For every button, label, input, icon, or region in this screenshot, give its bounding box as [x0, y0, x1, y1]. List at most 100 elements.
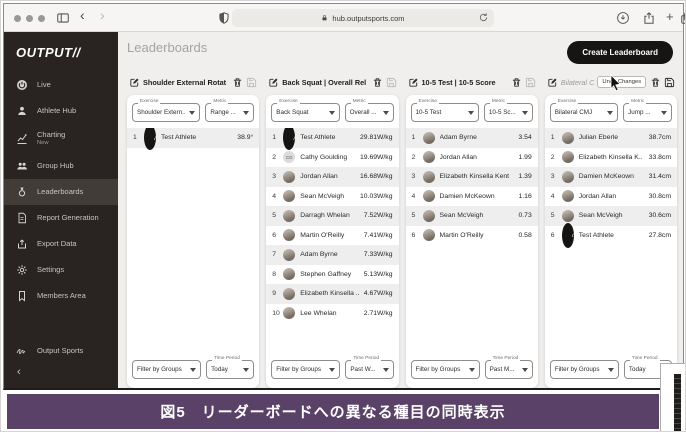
leaderboard-row[interactable]: 6 Martin O'Reilly 7.41W/kg — [266, 226, 398, 246]
leaderboard-row[interactable]: 4 Jordan Allan 30.8cm — [545, 187, 677, 207]
leaderboard-row[interactable]: 2 Jordan Allan 1.99 — [406, 148, 538, 168]
rank: 2 — [551, 154, 560, 161]
avatar — [283, 249, 295, 261]
result-value: 19.69W/kg — [360, 154, 393, 161]
sidebar-item-export-data[interactable]: Export Data — [4, 231, 118, 257]
sidebar-item-athlete-hub[interactable]: Athlete Hub — [4, 98, 118, 124]
figure-caption-bar: 図5 リーダーボードへの異なる種目の同時表示 — [7, 394, 659, 429]
leaderboard-row[interactable]: 6 // Test Athlete 27.8cm — [545, 226, 677, 246]
back-button[interactable]: ‹ — [80, 7, 85, 23]
exercise-select[interactable]: Exercise Bilateral CMJ — [550, 103, 618, 122]
save-board-icon[interactable] — [386, 77, 397, 88]
rank: 6 — [412, 232, 421, 239]
filter-by-groups-select[interactable]: Filter by Groups — [132, 360, 201, 379]
delete-board-icon[interactable] — [372, 77, 383, 88]
address-bar[interactable]: hub.outputsports.com — [232, 9, 494, 27]
save-board-icon[interactable] — [525, 77, 536, 88]
leaderboard-row[interactable]: 1 // Test Athlete 29.81W/kg — [266, 128, 398, 148]
sidebar-item-output-sports[interactable]: Output Sports — [4, 338, 118, 364]
traffic-light-minimize[interactable] — [26, 15, 33, 22]
athlete-name: Elizabeth Kinsella K.. — [579, 154, 649, 161]
chevron-down-icon — [243, 368, 249, 372]
edit-icon[interactable] — [547, 77, 558, 88]
metric-select[interactable]: Metric Jump ... — [623, 103, 672, 122]
leaderboard-row[interactable]: 4 Sean McVeigh 10.03W/kg — [266, 187, 398, 207]
delete-board-icon[interactable] — [511, 77, 522, 88]
sidebar-item-charting[interactable]: Charting New — [4, 124, 118, 153]
leaderboard-row[interactable]: 2 Elizabeth Kinsella K.. 33.8cm — [545, 148, 677, 168]
traffic-light-close[interactable] — [14, 15, 21, 22]
exercise-select[interactable]: Exercise Back Squat — [271, 103, 339, 122]
delete-board-icon[interactable] — [650, 77, 661, 88]
leaderboard-row[interactable]: 1 // Test Athlete 38.9° — [127, 128, 259, 148]
save-board-icon[interactable] — [246, 77, 257, 88]
chevron-down-icon — [243, 111, 249, 115]
sidebar-item-leaderboards[interactable]: Leaderboards — [4, 179, 118, 205]
save-board-icon[interactable] — [664, 77, 675, 88]
metric-select[interactable]: Metric Range ... — [205, 103, 254, 122]
sidebar: OUTPUT// Live Athlete Hub Charting New G… — [4, 32, 118, 388]
metric-select[interactable]: Metric 10-5 Sc... — [484, 103, 533, 122]
leaderboard-row[interactable]: 5 Darragh Whelan 7.52W/kg — [266, 206, 398, 226]
leaderboard-row[interactable]: 1 Adam Byrne 3.54 — [406, 128, 538, 148]
avatar — [562, 132, 574, 144]
avatar — [423, 210, 435, 222]
sidebar-collapse-icon[interactable]: ‹ — [4, 364, 118, 384]
downloads-icon[interactable] — [616, 11, 630, 25]
delete-board-icon[interactable] — [232, 77, 243, 88]
edit-icon[interactable] — [129, 77, 140, 88]
edit-icon[interactable] — [268, 77, 279, 88]
sidebar-item-group-hub[interactable]: Group Hub — [4, 153, 118, 179]
leaderboard-row[interactable]: 8 Stephen Gaffney 5.13W/kg — [266, 265, 398, 285]
figure-caption-text: 図5 リーダーボードへの異なる種目の同時表示 — [160, 401, 505, 422]
lock-icon — [321, 14, 328, 22]
leaderboard-row[interactable]: 3 Jordan Allan 16.68W/kg — [266, 167, 398, 187]
rank: 6 — [551, 232, 560, 239]
traffic-light-zoom[interactable] — [38, 15, 45, 22]
url-text: hub.outputsports.com — [332, 14, 404, 23]
tab-overview-icon[interactable] — [680, 11, 686, 25]
rank: 3 — [412, 173, 421, 180]
leaderboard-row[interactable]: 9 Elizabeth Kinsella .. 4.67W/kg — [266, 284, 398, 304]
time-period-select[interactable]: Time Period Today — [206, 360, 254, 379]
leaderboard-row[interactable]: 5 Sean McVeigh 0.73 — [406, 206, 538, 226]
sidebar-item-settings[interactable]: Settings — [4, 257, 118, 283]
exercise-select[interactable]: Exercise 10-5 Test — [411, 103, 479, 122]
avatar — [562, 171, 574, 183]
filter-by-groups-select[interactable]: Filter by Groups — [271, 360, 340, 379]
leaderboard-rows: 1 Julian Eberle 38.7cm 2 Elizabeth Kinse… — [545, 128, 677, 354]
sidebar-item-members-area[interactable]: Members Area — [4, 283, 118, 309]
share-icon[interactable] — [642, 11, 656, 25]
leaderboard-row[interactable]: 2 CG Cathy Goulding 19.69W/kg — [266, 148, 398, 168]
rank: 8 — [272, 271, 281, 278]
sidebar-toggle-icon[interactable] — [56, 11, 70, 25]
leaderboard-row[interactable]: 4 Damien McKeown 1.16 — [406, 187, 538, 207]
leaderboard-row[interactable]: 7 Adam Byrne 7.33W/kg — [266, 245, 398, 265]
leaderboard-row[interactable]: 6 Martin O'Reilly 0.58 — [406, 226, 538, 246]
chevron-down-icon — [608, 368, 614, 372]
leaderboard-row[interactable]: 10 Lee Whelan 2.71W/kg — [266, 304, 398, 324]
metric-select[interactable]: Metric Overall ... — [345, 103, 394, 122]
main-content: Leaderboards Create Leaderboard Shoulder… — [118, 32, 683, 388]
time-period-select[interactable]: Time Period Past M... — [485, 360, 533, 379]
shield-icon[interactable] — [217, 11, 231, 25]
forward-button[interactable]: › — [100, 7, 105, 23]
athlete-name: Elizabeth Kinsella .. — [300, 290, 364, 297]
create-leaderboard-button[interactable]: Create Leaderboard — [567, 41, 673, 64]
exercise-select[interactable]: Exercise Shoulder Extern... — [132, 103, 200, 122]
athlete-name: Damien McKeown — [440, 193, 519, 200]
sidebar-item-live[interactable]: Live — [4, 72, 118, 98]
new-tab-icon[interactable]: + — [666, 9, 674, 24]
leaderboard-row[interactable]: 1 Julian Eberle 38.7cm — [545, 128, 677, 148]
leaderboard-row[interactable]: 5 Sean McVeigh 30.6cm — [545, 206, 677, 226]
reload-icon[interactable] — [478, 12, 489, 23]
sidebar-item-label: Report Generation — [37, 214, 99, 223]
filter-by-groups-select[interactable]: Filter by Groups — [411, 360, 480, 379]
leaderboard-row[interactable]: 3 Damien McKeown 31.4cm — [545, 167, 677, 187]
edit-icon[interactable] — [408, 77, 419, 88]
time-period-select[interactable]: Time Period Past W... — [345, 360, 393, 379]
leaderboard-rows: 1 Adam Byrne 3.54 2 Jordan Allan 1.99 3 … — [406, 128, 538, 354]
leaderboard-row[interactable]: 3 Elizabeth Kinsella Kent 1.39 — [406, 167, 538, 187]
sidebar-item-report-generation[interactable]: Report Generation — [4, 205, 118, 231]
filter-by-groups-select[interactable]: Filter by Groups — [550, 360, 619, 379]
